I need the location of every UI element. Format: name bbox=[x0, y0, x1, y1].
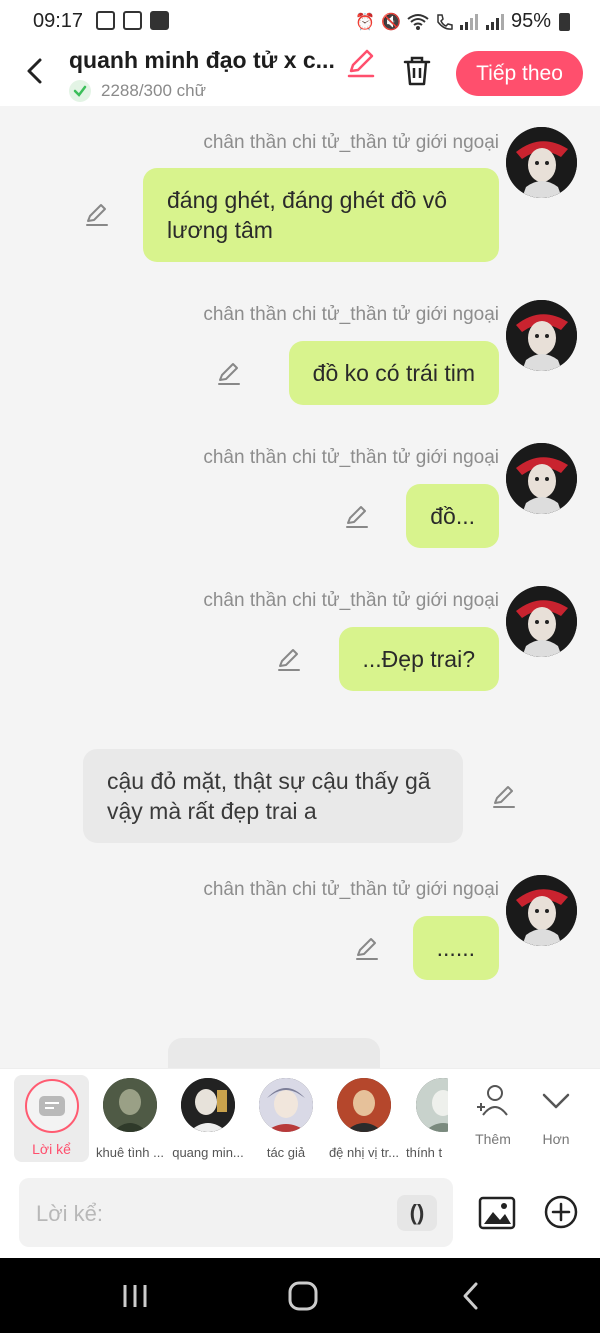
call-icon bbox=[437, 13, 453, 30]
message-bubble[interactable]: đáng ghét, đáng ghét đồ vô lương tâm bbox=[143, 168, 499, 262]
input-row: Lời kể: () bbox=[0, 1168, 600, 1258]
parentheses-button[interactable]: () bbox=[397, 1195, 437, 1231]
apps-icon bbox=[123, 11, 142, 30]
character-name: đệ nhị vị tr... bbox=[328, 1145, 400, 1160]
add-person-icon bbox=[477, 1085, 508, 1116]
pencil-icon bbox=[347, 49, 375, 78]
character-name: khuê tình ... bbox=[96, 1145, 164, 1160]
character-avatar bbox=[416, 1078, 448, 1132]
character-name: tác giả bbox=[266, 1145, 306, 1160]
home-icon bbox=[288, 1281, 318, 1311]
status-time: 09:17 bbox=[33, 10, 84, 32]
input-placeholder: Lời kể: bbox=[36, 1201, 104, 1226]
character-name: thính t bbox=[406, 1145, 443, 1160]
status-bar: 09:17 ⏰ 🔇 95% bbox=[0, 0, 600, 42]
header: quanh minh đạo tử x c... 2288/300 chữ Ti… bbox=[0, 42, 600, 106]
narration-bubble-partial[interactable] bbox=[168, 1038, 380, 1068]
message-icon bbox=[38, 1096, 65, 1116]
sender-name: chân thần chi tử_thần tử giới ngoại bbox=[203, 590, 499, 611]
message-bubble[interactable]: đồ... bbox=[406, 484, 499, 548]
message-list[interactable]: chân thần chi tử_thần tử giới ngoại đáng… bbox=[0, 106, 600, 1068]
signal-icon bbox=[485, 13, 504, 30]
narrator-avatar bbox=[24, 1079, 79, 1133]
video-icon bbox=[150, 11, 169, 30]
alarm-icon: ⏰ bbox=[355, 13, 376, 31]
next-button[interactable]: Tiếp theo bbox=[456, 51, 583, 96]
sender-name: chân thần chi tử_thần tử giới ngoại bbox=[203, 132, 499, 153]
avatar[interactable] bbox=[506, 300, 577, 371]
system-back-button[interactable] bbox=[452, 1280, 492, 1312]
home-button[interactable] bbox=[283, 1280, 323, 1312]
image-icon bbox=[96, 11, 115, 30]
add-label: Thêm bbox=[475, 1131, 511, 1147]
character-item[interactable]: đệ nhị vị tr... bbox=[322, 1078, 406, 1160]
more-label: Hơn bbox=[542, 1131, 570, 1147]
message-bubble[interactable]: ...... bbox=[412, 916, 499, 980]
edit-message-icon[interactable] bbox=[84, 202, 110, 228]
word-count: 2288/300 chữ bbox=[101, 81, 206, 100]
character-item[interactable]: khuê tình ... bbox=[88, 1078, 172, 1160]
sender-name: chân thần chi tử_thần tử giới ngoại bbox=[203, 879, 499, 900]
avatar[interactable] bbox=[506, 875, 577, 946]
add-character-button[interactable]: Thêm bbox=[463, 1081, 523, 1147]
sender-name: chân thần chi tử_thần tử giới ngoại bbox=[203, 447, 499, 468]
edit-title-button[interactable] bbox=[345, 47, 377, 79]
character-avatar bbox=[337, 1078, 391, 1132]
narration-input[interactable]: Lời kể: () bbox=[19, 1178, 453, 1247]
trash-icon bbox=[403, 56, 431, 86]
edit-message-icon[interactable] bbox=[276, 647, 302, 673]
edit-message-icon[interactable] bbox=[216, 361, 242, 387]
system-nav-bar bbox=[0, 1258, 600, 1333]
chevron-left-icon bbox=[27, 58, 42, 84]
character-avatar bbox=[103, 1078, 157, 1132]
image-button[interactable] bbox=[478, 1194, 516, 1232]
character-name: Lời kể bbox=[32, 1141, 71, 1157]
edit-message-icon[interactable] bbox=[354, 936, 380, 962]
delete-button[interactable] bbox=[400, 54, 434, 88]
chevron-down-icon bbox=[542, 1093, 570, 1109]
avatar[interactable] bbox=[506, 127, 577, 198]
wifi-icon bbox=[407, 13, 429, 30]
add-button[interactable] bbox=[543, 1194, 579, 1230]
message-bubble[interactable]: đồ ko có trái tim bbox=[288, 341, 499, 405]
character-name: quang min... bbox=[172, 1145, 244, 1160]
status-left-icons bbox=[96, 11, 169, 30]
character-avatar bbox=[259, 1078, 313, 1132]
back-icon bbox=[463, 1282, 478, 1310]
edit-message-icon[interactable] bbox=[344, 504, 370, 530]
character-bar: Lời kể khuê tình ... quang min... tác gi… bbox=[0, 1068, 600, 1168]
recent-apps-icon bbox=[123, 1285, 147, 1307]
edit-message-icon[interactable] bbox=[491, 784, 517, 810]
back-button[interactable] bbox=[18, 54, 52, 88]
recent-apps-button[interactable] bbox=[115, 1280, 155, 1312]
message-bubble[interactable]: ...Đẹp trai? bbox=[338, 627, 499, 691]
sender-name: chân thần chi tử_thần tử giới ngoại bbox=[203, 304, 499, 325]
character-item[interactable]: tác giả bbox=[244, 1078, 328, 1160]
battery-icon bbox=[559, 12, 570, 31]
avatar[interactable] bbox=[506, 443, 577, 514]
check-icon bbox=[69, 80, 91, 102]
page-title: quanh minh đạo tử x c... bbox=[69, 47, 335, 73]
battery-percent: 95% bbox=[510, 10, 551, 32]
more-button[interactable]: Hơn bbox=[526, 1081, 586, 1147]
status-right: ⏰ 🔇 95% bbox=[355, 10, 570, 33]
character-item[interactable]: quang min... bbox=[166, 1078, 250, 1160]
character-narrator[interactable]: Lời kể bbox=[14, 1075, 89, 1162]
character-avatar bbox=[181, 1078, 235, 1132]
avatar[interactable] bbox=[506, 586, 577, 657]
mute-icon: 🔇 bbox=[381, 13, 401, 31]
character-item[interactable]: thính t bbox=[400, 1078, 448, 1160]
signal-icon bbox=[459, 13, 478, 30]
plus-circle-icon bbox=[544, 1195, 578, 1229]
image-icon bbox=[478, 1196, 516, 1230]
word-count-row: 2288/300 chữ bbox=[69, 80, 206, 102]
narration-bubble[interactable]: cậu đỏ mặt, thật sự cậu thấy gã vậy mà r… bbox=[83, 749, 463, 843]
